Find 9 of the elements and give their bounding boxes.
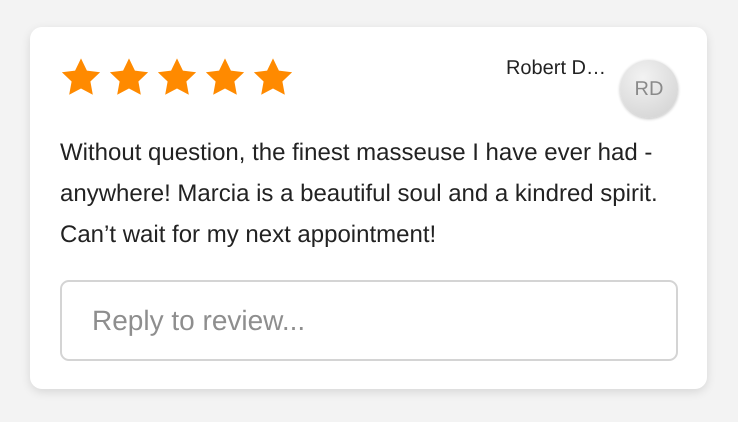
filled-star-icon (156, 57, 198, 97)
avatar: RD (620, 60, 678, 118)
filled-star-icon (252, 57, 294, 97)
reviewer-name: Robert D… (506, 57, 606, 80)
filled-star-icon (108, 57, 150, 97)
reply-field[interactable]: Reply to review... (60, 280, 678, 361)
filled-star-icon (60, 57, 102, 97)
filled-star-icon (204, 57, 246, 97)
review-text: Without question, the finest masseuse I have ever had - anywhere! Marcia is a beautiful soul and a kindred spirit. Can’t wait for my next appointment! (60, 138, 659, 250)
